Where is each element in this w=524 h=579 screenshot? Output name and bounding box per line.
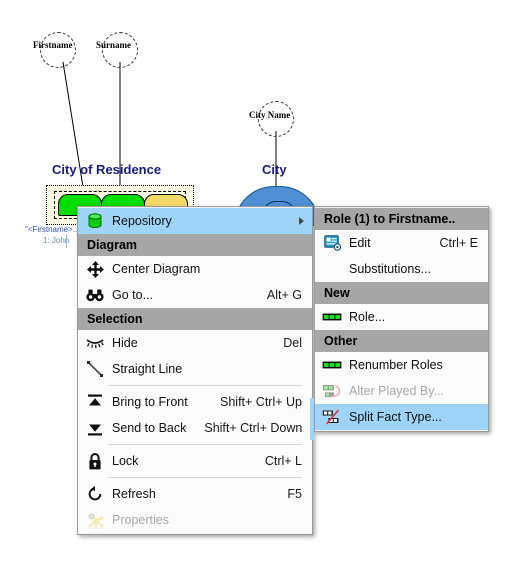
menu-section-header-new: New <box>315 282 488 304</box>
menu-item-bring-to-front[interactable]: Bring to Front Shift+ Ctrl+ Up <box>78 389 312 415</box>
send-to-back-icon <box>84 418 106 438</box>
bring-to-front-icon <box>84 392 106 412</box>
closed-eye-icon <box>84 333 106 353</box>
menu-item-label: Repository <box>112 214 172 228</box>
menu-item-alter-played-by: Alter Played By... <box>315 378 488 404</box>
menu-item-label: Renumber Roles <box>349 358 443 372</box>
sample-cell-divider <box>66 234 67 248</box>
menu-item-role[interactable]: Role... <box>315 304 488 330</box>
menu-scroll-indicator[interactable] <box>310 398 314 440</box>
menu-item-shortcut: Ctrl+ E <box>439 236 478 250</box>
properties-icon <box>84 510 106 530</box>
menu-item-label: Split Fact Type... <box>349 410 442 424</box>
split-fact-type-icon <box>321 407 343 427</box>
menu-item-label: Refresh <box>112 487 156 501</box>
separator-2 <box>108 444 302 445</box>
menu-item-refresh[interactable]: Refresh F5 <box>78 481 312 507</box>
object-type-firstname[interactable] <box>40 32 76 68</box>
menu-item-shortcut: Del <box>283 336 302 350</box>
fact-type-title-city-of-residence: City of Residence <box>52 162 162 177</box>
menu-item-label: Center Diagram <box>112 262 201 276</box>
menu-item-shortcut: F5 <box>287 487 302 501</box>
repository-submenu-body: Role (1) to Firstname.. Edit Ctrl+ E Substi… <box>315 208 488 430</box>
repository-submenu[interactable]: Role (1) to Firstname.. Edit Ctrl+ E Substi… <box>314 206 489 432</box>
menu-item-renumber-roles[interactable]: Renumber Roles <box>315 352 488 378</box>
menu-item-label: Role... <box>349 310 386 324</box>
menu-item-go-to[interactable]: Go to... Alt+ G <box>78 282 312 308</box>
menu-item-center-diagram[interactable]: Center Diagram <box>78 256 312 282</box>
edit-card-icon <box>321 233 343 253</box>
object-type-firstname-label: Firstname <box>33 40 73 50</box>
menu-section-header-selection: Selection <box>78 308 312 330</box>
menu-item-repository[interactable]: Repository <box>78 208 312 234</box>
object-type-surname[interactable] <box>102 32 138 68</box>
context-menu-body: Repository Diagram Center Diagram Go to... A… <box>78 208 312 533</box>
submenu-arrow-icon <box>299 217 304 225</box>
verbalization-text: "<Firstname>... <box>25 225 80 234</box>
menu-item-label: Substitutions... <box>349 262 431 276</box>
menu-section-header-other: Other <box>315 330 488 352</box>
alter-played-by-icon <box>321 381 343 401</box>
menu-item-hide[interactable]: Hide Del <box>78 330 312 356</box>
object-type-city-name-label: City Name <box>249 110 291 120</box>
padlock-icon <box>84 451 106 471</box>
menu-item-label: Straight Line <box>112 362 183 376</box>
diagonal-line-icon <box>84 359 106 379</box>
menu-item-label: Send to Back <box>112 421 187 435</box>
menu-item-edit[interactable]: Edit Ctrl+ E <box>315 230 488 256</box>
menu-section-header-diagram: Diagram <box>78 234 312 256</box>
menu-section-header-role-1-to-firstname: Role (1) to Firstname.. <box>315 208 488 230</box>
fact-type-title-city: City <box>262 162 287 177</box>
menu-item-label: Properties <box>112 513 169 527</box>
menu-item-send-to-back[interactable]: Send to Back Shift+ Ctrl+ Down <box>78 415 312 441</box>
object-type-surname-label: Surname <box>96 40 132 50</box>
menu-item-label: Hide <box>112 336 138 350</box>
menu-item-shortcut: Shift+ Ctrl+ Up <box>220 395 302 409</box>
binoculars-icon <box>84 285 106 305</box>
menu-item-shortcut: Ctrl+ L <box>264 454 302 468</box>
menu-item-properties: Properties <box>78 507 312 533</box>
menu-item-shortcut: Shift+ Ctrl+ Down <box>204 421 303 435</box>
menu-item-substitutions[interactable]: Substitutions... <box>315 256 488 282</box>
menu-item-split-fact-type[interactable]: Split Fact Type... <box>315 404 488 430</box>
menu-item-label: Alter Played By... <box>349 384 444 398</box>
menu-item-label: Bring to Front <box>112 395 188 409</box>
menu-item-lock[interactable]: Lock Ctrl+ L <box>78 448 312 474</box>
database-icon <box>84 211 106 231</box>
menu-item-label: Edit <box>349 236 371 250</box>
none-icon <box>321 259 343 279</box>
menu-item-straight-line[interactable]: Straight Line <box>78 356 312 382</box>
move-arrows-icon <box>84 259 106 279</box>
menu-item-shortcut: Alt+ G <box>266 288 302 302</box>
separator-3 <box>108 477 302 478</box>
refresh-icon <box>84 484 106 504</box>
menu-item-label: Go to... <box>112 288 153 302</box>
menu-item-label: Lock <box>112 454 139 468</box>
role-boxes-icon <box>321 355 343 375</box>
context-menu[interactable]: Repository Diagram Center Diagram Go to... A… <box>77 206 313 535</box>
role-boxes-icon <box>321 307 343 327</box>
separator-1 <box>108 385 302 386</box>
